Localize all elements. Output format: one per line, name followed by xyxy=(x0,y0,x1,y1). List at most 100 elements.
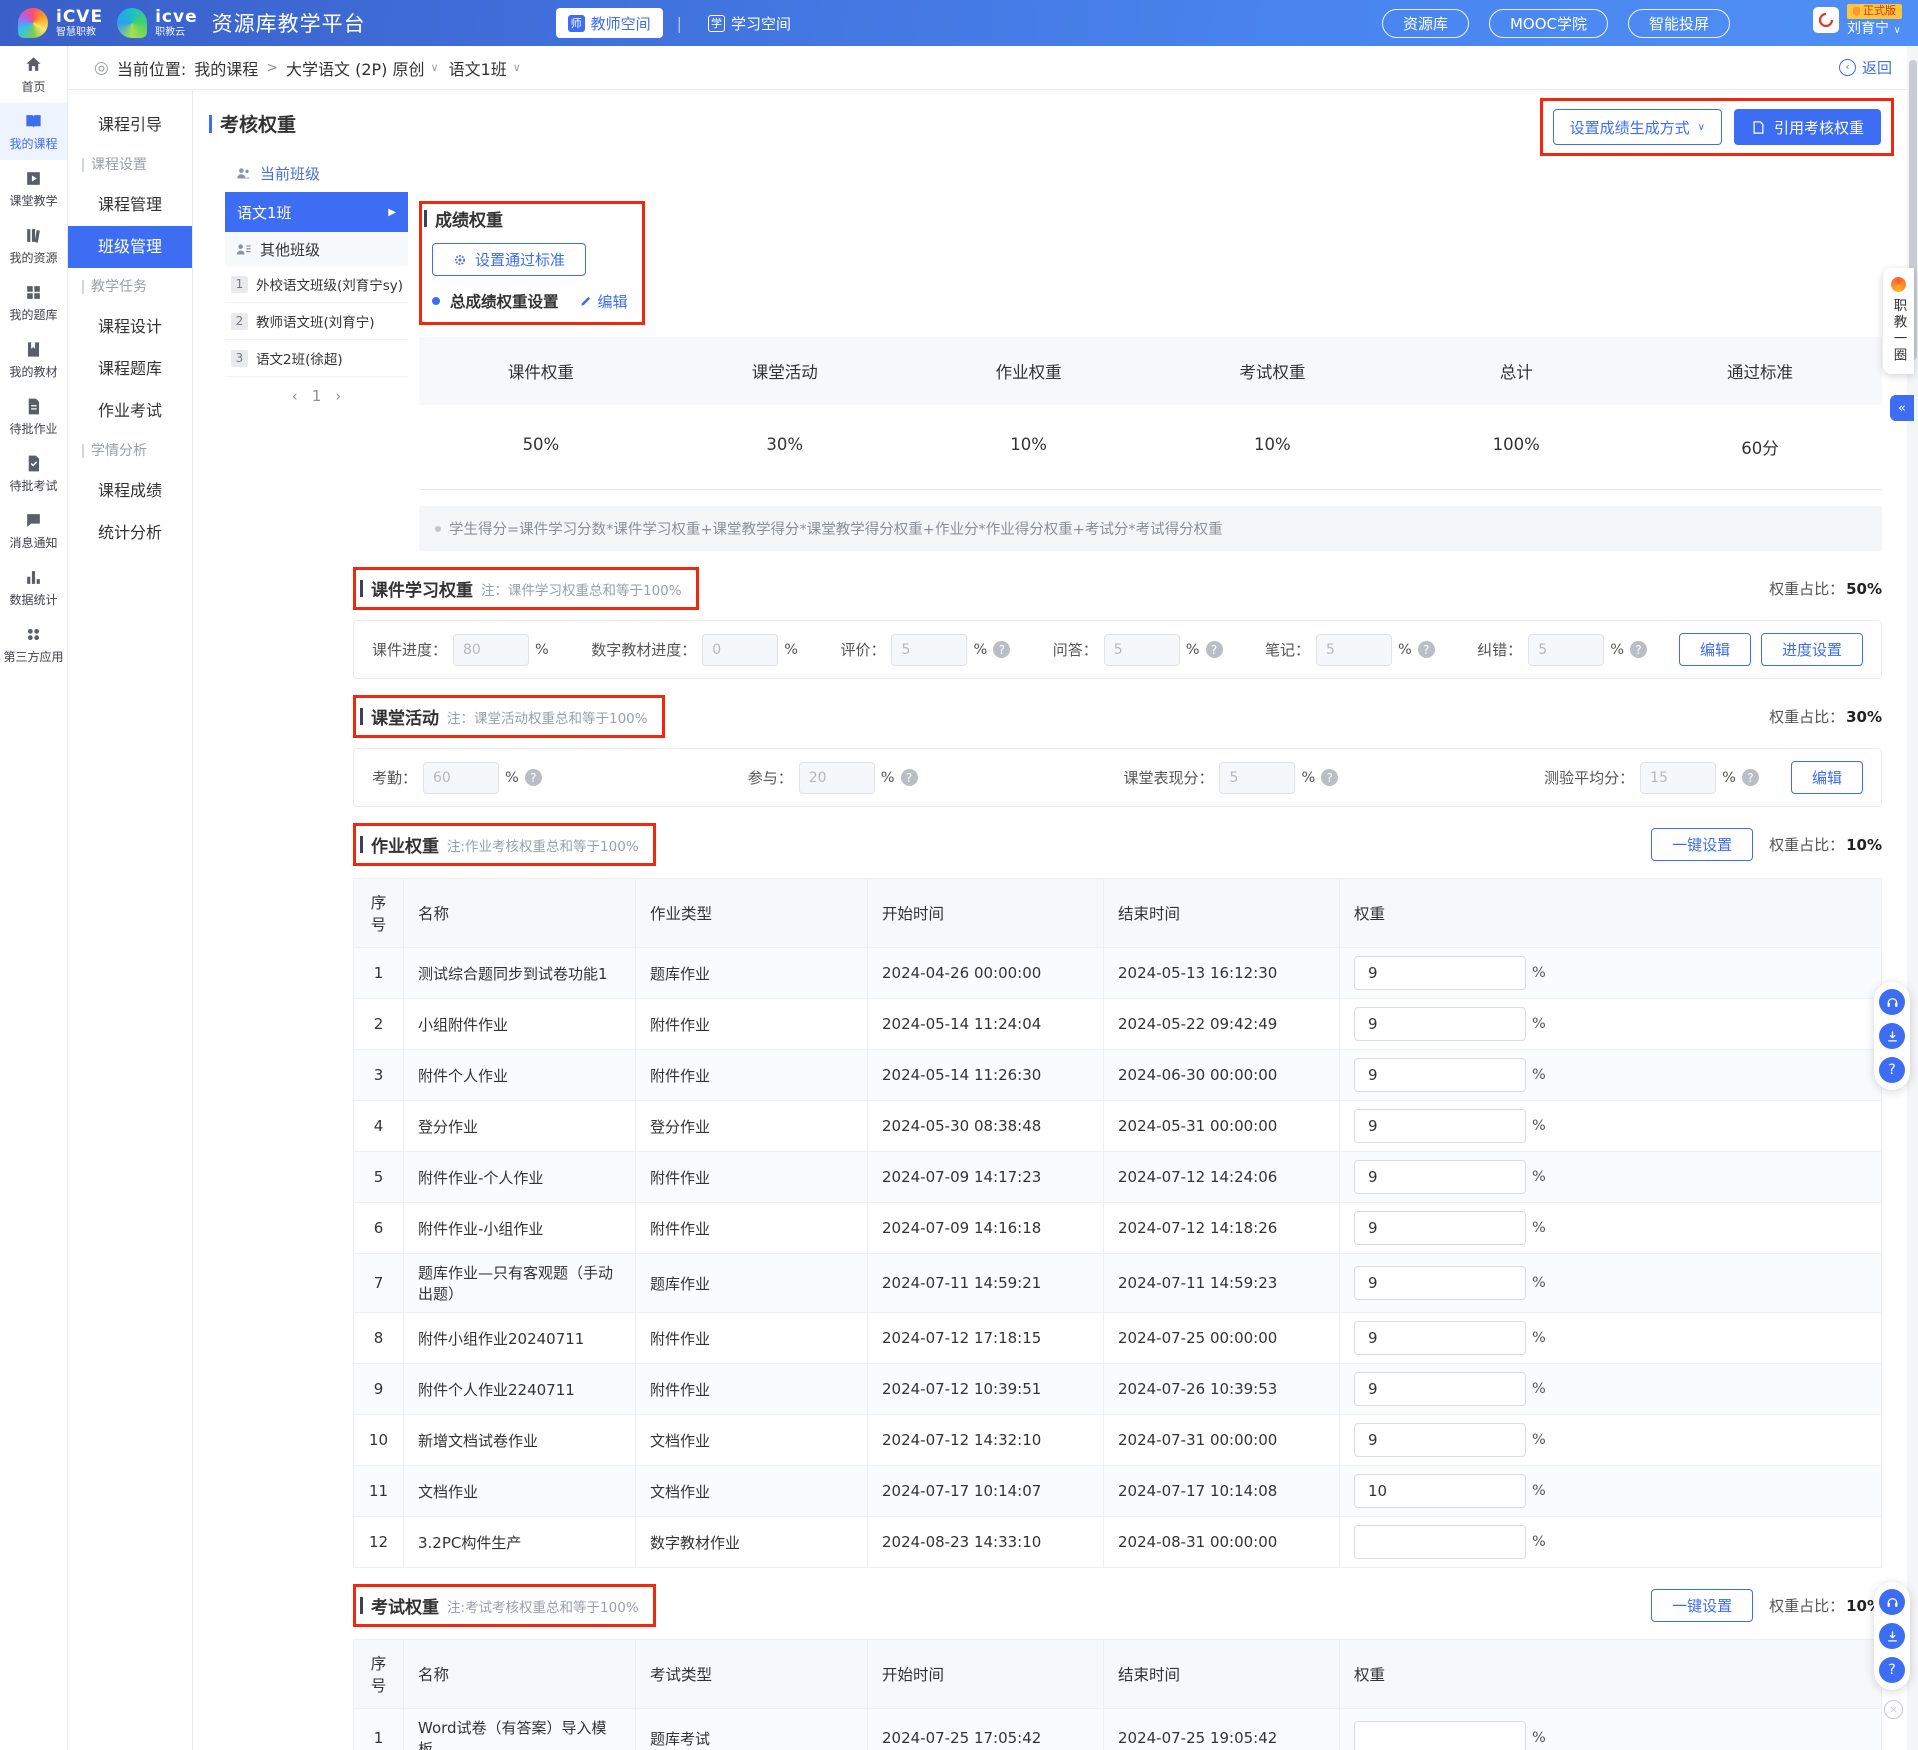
end-time: 2024-05-22 09:42:49 xyxy=(1104,999,1340,1050)
rail-item-home[interactable]: 首页 xyxy=(0,46,67,103)
homework-title: 作业权重 xyxy=(371,832,439,857)
rail-item-my-textbooks[interactable]: 我的教材 xyxy=(0,331,67,388)
smart-cast-button[interactable]: 智能投屏 xyxy=(1628,9,1730,38)
homework-quick-set-button[interactable]: 一键设置 xyxy=(1651,828,1753,861)
percent-unit: % xyxy=(1532,1730,1546,1746)
sidebar-item-course-question-bank[interactable]: 课程题库 xyxy=(68,348,192,390)
help-icon[interactable]: ? xyxy=(525,769,542,786)
weight-input[interactable] xyxy=(1354,1721,1526,1750)
teacher-space-button[interactable]: 师 教师空间 xyxy=(556,8,663,38)
zhijiao-circle-tab[interactable]: 职教一圈 xyxy=(1883,268,1914,374)
breadcrumb-course[interactable]: 大学语文 (2P) 原创 xyxy=(286,56,425,80)
import-assessment-weight-button[interactable]: 引用考核权重 xyxy=(1734,109,1881,145)
summary-header-cell: 课堂活动 xyxy=(663,337,907,405)
percent-unit: % xyxy=(1532,1330,1546,1346)
edit-total-weight-link[interactable]: 编辑 xyxy=(579,291,628,312)
customer-service-button[interactable] xyxy=(1879,1589,1905,1615)
collapse-tab-button[interactable]: « xyxy=(1890,395,1914,421)
help-icon[interactable]: ? xyxy=(1206,641,1223,658)
download-button[interactable] xyxy=(1879,1023,1905,1049)
end-time: 2024-07-11 14:59:23 xyxy=(1104,1254,1340,1313)
sidebar-item-class-management[interactable]: 班级管理 xyxy=(68,226,192,268)
app-title: 资源库教学平台 xyxy=(212,8,366,38)
help-icon[interactable]: ? xyxy=(1418,641,1435,658)
sidebar-item-course-design[interactable]: 课程设计 xyxy=(68,306,192,348)
class-list-item[interactable]: 3 语文2班(徐超) xyxy=(225,340,408,377)
sidebar-item-course-grades[interactable]: 课程成绩 xyxy=(68,470,192,512)
summary-header-cell: 作业权重 xyxy=(907,337,1151,405)
rail-item-my-question-bank[interactable]: 我的题库 xyxy=(0,274,67,331)
weight-input[interactable] xyxy=(1354,956,1526,990)
chevron-down-icon[interactable]: ∨ xyxy=(513,61,521,74)
rail-item-my-courses[interactable]: 我的课程 xyxy=(0,103,67,160)
weight-input[interactable] xyxy=(1354,1525,1526,1559)
progress-setting-button[interactable]: 进度设置 xyxy=(1761,633,1863,666)
learning-space-button[interactable]: 学 学习空间 xyxy=(696,8,803,38)
rail-item-third-party-apps[interactable]: 第三方应用 xyxy=(0,616,67,673)
chevron-down-icon[interactable]: ∨ xyxy=(431,61,439,74)
weight-input[interactable] xyxy=(1354,1372,1526,1406)
help-icon[interactable]: ? xyxy=(1630,641,1647,658)
homework-name: 附件小组作业20240711 xyxy=(404,1313,636,1364)
set-pass-standard-button[interactable]: 设置通过标准 xyxy=(432,243,586,276)
help-icon[interactable]: ? xyxy=(901,769,918,786)
rail-item-notifications[interactable]: 消息通知 xyxy=(0,502,67,559)
help-icon[interactable]: ? xyxy=(1742,769,1759,786)
help-icon[interactable]: ? xyxy=(993,641,1010,658)
rail-item-data-statistics[interactable]: 数据统计 xyxy=(0,559,67,616)
main-area: 考核权重 设置成绩生成方式 ∨ 引用考核权重 当前班级 语文1班 ▶ 其他班级 xyxy=(193,90,1918,1750)
breadcrumb-class[interactable]: 语文1班 xyxy=(449,56,507,80)
weight-input[interactable] xyxy=(1354,1423,1526,1457)
help-icon[interactable]: ? xyxy=(1321,769,1338,786)
classroom-edit-button[interactable]: 编辑 xyxy=(1791,761,1863,794)
start-time: 2024-08-23 14:33:10 xyxy=(868,1517,1104,1568)
sidebar-item-course-management[interactable]: 课程管理 xyxy=(68,184,192,226)
weight-input[interactable] xyxy=(1354,1266,1526,1300)
breadcrumb-my-courses[interactable]: 我的课程 xyxy=(194,56,258,80)
customer-service-button[interactable] xyxy=(1879,989,1905,1015)
field-label: 纠错： xyxy=(1477,639,1522,660)
courseware-edit-button[interactable]: 编辑 xyxy=(1679,633,1751,666)
back-link[interactable]: ‹ 返回 xyxy=(1839,57,1892,78)
learning-space-label: 学习空间 xyxy=(731,13,791,34)
weight-input[interactable] xyxy=(1354,1058,1526,1092)
mooc-college-button[interactable]: MOOC学院 xyxy=(1489,9,1608,38)
rail-item-pending-homework[interactable]: 待批作业 xyxy=(0,388,67,445)
col-end: 结束时间 xyxy=(1104,879,1340,948)
resource-library-button[interactable]: 资源库 xyxy=(1382,9,1469,38)
next-page-button[interactable]: › xyxy=(335,387,341,405)
user-menu[interactable]: 正式版 刘育宁 ∨ xyxy=(1847,4,1902,37)
sidebar-item-statistical-analysis[interactable]: 统计分析 xyxy=(68,512,192,554)
help-button[interactable]: ? xyxy=(1879,1657,1905,1683)
percent-unit: % xyxy=(1301,770,1315,786)
mini-app-icon[interactable] xyxy=(1813,7,1839,33)
set-grade-method-button[interactable]: 设置成绩生成方式 ∨ xyxy=(1553,109,1722,145)
sidebar-item-course-guide[interactable]: 课程引导 xyxy=(68,104,192,146)
learning-space-icon: 学 xyxy=(708,15,725,32)
close-toolbar-icon[interactable]: × xyxy=(1884,1700,1903,1719)
courseware-note: 注：课件学习权重总和等于100% xyxy=(481,579,682,599)
rail-item-pending-exams[interactable]: 待批考试 xyxy=(0,445,67,502)
table-row: 11 文档作业 文档作业 2024-07-17 10:14:07 2024-07… xyxy=(354,1466,1882,1517)
exam-quick-set-button[interactable]: 一键设置 xyxy=(1651,1589,1753,1622)
prev-page-button[interactable]: ‹ xyxy=(292,387,298,405)
sidebar-item-homework-exam[interactable]: 作业考试 xyxy=(68,390,192,432)
rail-item-my-resources[interactable]: 我的资源 xyxy=(0,217,67,274)
rail-item-classroom-teaching[interactable]: 课堂教学 xyxy=(0,160,67,217)
help-button[interactable]: ? xyxy=(1879,1057,1905,1083)
current-class-item[interactable]: 语文1班 ▶ xyxy=(225,192,408,232)
class-list-item[interactable]: 1 外校语文班级(刘育宁sy) xyxy=(225,266,408,303)
summary-value-cell: 10% xyxy=(1150,405,1394,489)
weight-input[interactable] xyxy=(1354,1211,1526,1245)
row-index: 12 xyxy=(354,1517,404,1568)
download-button[interactable] xyxy=(1879,1623,1905,1649)
current-page[interactable]: 1 xyxy=(312,387,322,405)
weight-input[interactable] xyxy=(1354,1007,1526,1041)
book-icon xyxy=(24,112,43,131)
weight-input[interactable] xyxy=(1354,1109,1526,1143)
class-list-item[interactable]: 2 教师语文班(刘育宁) xyxy=(225,303,408,340)
weight-input[interactable] xyxy=(1354,1160,1526,1194)
weight-input[interactable] xyxy=(1354,1474,1526,1508)
weight-input[interactable] xyxy=(1354,1321,1526,1355)
percent-unit: % xyxy=(1532,1381,1546,1397)
